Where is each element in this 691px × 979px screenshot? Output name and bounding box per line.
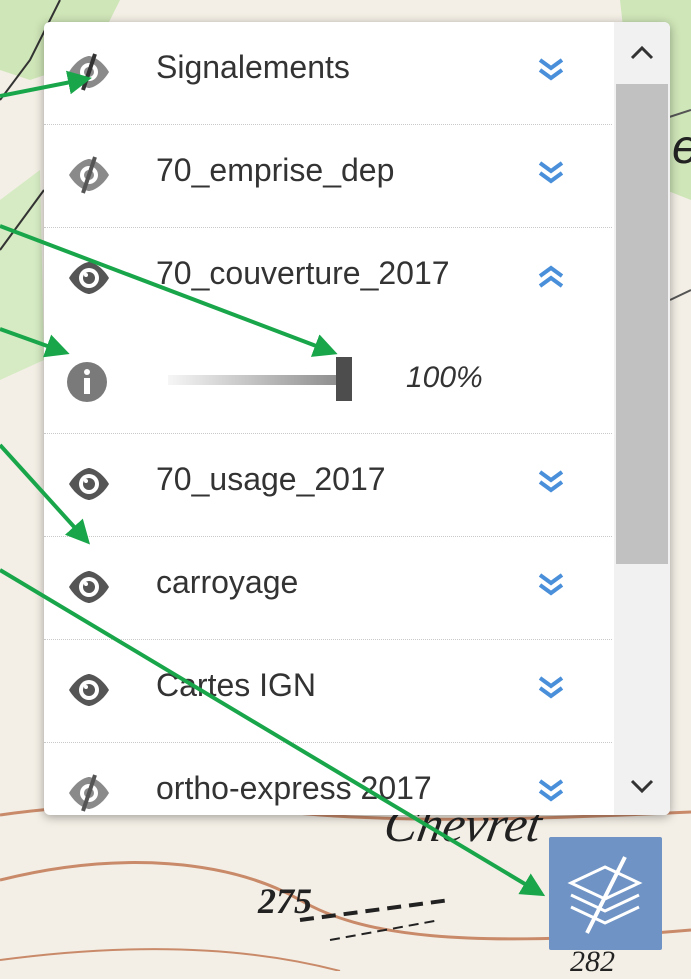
double-chevron-down-icon[interactable]	[536, 673, 566, 703]
layer-detail-row: 100%	[44, 331, 612, 434]
layer-name[interactable]: ortho-express 2017	[156, 770, 432, 807]
double-chevron-down-icon[interactable]	[536, 570, 566, 600]
scroll-down-arrow-icon[interactable]	[614, 755, 670, 815]
double-chevron-down-icon[interactable]	[536, 467, 566, 497]
opacity-slider-handle[interactable]	[336, 357, 352, 401]
eye-icon[interactable]	[66, 464, 112, 504]
layer-row: Signalements	[44, 22, 612, 125]
layers-toggle-button[interactable]	[549, 837, 662, 950]
double-chevron-down-icon[interactable]	[536, 776, 566, 806]
layer-name[interactable]: 70_usage_2017	[156, 461, 386, 498]
eye-icon[interactable]	[66, 258, 112, 298]
map-place-label: e	[672, 120, 691, 175]
layer-row: Cartes IGN	[44, 640, 612, 743]
map-elevation-label: 275	[258, 881, 312, 921]
layer-name[interactable]: 70_emprise_dep	[156, 152, 394, 189]
eye-slash-icon[interactable]	[66, 773, 112, 813]
double-chevron-down-icon[interactable]	[536, 158, 566, 188]
scroll-up-arrow-icon[interactable]	[614, 22, 670, 82]
opacity-value: 100%	[406, 361, 483, 394]
layer-row: carroyage	[44, 537, 612, 640]
layer-name[interactable]: Signalements	[156, 49, 350, 86]
scrollbar[interactable]	[614, 22, 670, 815]
eye-slash-icon[interactable]	[66, 155, 112, 195]
layer-row: 70_couverture_2017	[44, 228, 612, 331]
double-chevron-up-icon[interactable]	[536, 261, 566, 291]
layer-name[interactable]: carroyage	[156, 564, 298, 601]
map-elevation-label: 282	[570, 945, 615, 978]
layer-row: ortho-express 2017	[44, 743, 612, 815]
layers-stack-icon	[567, 856, 643, 934]
layer-row: 70_emprise_dep	[44, 125, 612, 228]
opacity-slider-track[interactable]	[168, 375, 338, 385]
eye-slash-icon[interactable]	[66, 52, 112, 92]
eye-icon[interactable]	[66, 567, 112, 607]
layer-row: 70_usage_2017	[44, 434, 612, 537]
eye-icon[interactable]	[66, 670, 112, 710]
layer-name[interactable]: 70_couverture_2017	[156, 255, 450, 292]
layer-switcher-panel: Signalements 70_emprise_dep 70_couvertur…	[44, 22, 670, 815]
layer-list: Signalements 70_emprise_dep 70_couvertur…	[44, 22, 612, 815]
info-circle-icon[interactable]	[66, 361, 108, 403]
scrollbar-thumb[interactable]	[616, 84, 668, 564]
layer-name[interactable]: Cartes IGN	[156, 667, 316, 704]
double-chevron-down-icon[interactable]	[536, 55, 566, 85]
